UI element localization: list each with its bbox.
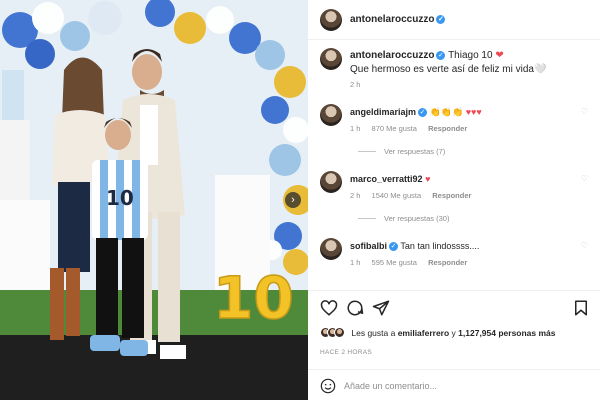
comment-likes[interactable]: 1540 Me gusta [372,191,422,200]
comment-age: 1 h [350,258,361,267]
clap-emojis: 👏👏👏 [429,107,464,117]
author-avatar[interactable] [320,9,342,31]
smiley-icon[interactable] [320,378,336,394]
caption-age: 2 h [350,80,361,89]
comment-username[interactable]: marco_verratti92 [350,174,423,184]
comment-meta: 1 h 595 Me gusta Responder [350,258,476,267]
number-ten-decoration: 10 [213,264,294,332]
post-side-panel: antonelaroccuzzo ✓ antonelaroccuzzo ✓ Thia… [308,0,600,400]
comment-like-icon[interactable]: ♡ [581,107,588,116]
likes-text: Les gusta a emiliaferrero y 1,127,954 pe… [351,327,556,338]
verified-badge-icon: ✓ [436,15,446,24]
caption-avatar[interactable] [320,48,342,70]
post-photo[interactable]: 10 10 › [0,0,308,400]
jersey-number: 10 [106,186,134,210]
verified-badge-icon: ✓ [418,108,428,117]
bookmark-icon[interactable] [572,299,590,317]
caption-username[interactable]: antonelaroccuzzo [350,50,434,61]
comment-avatar[interactable] [320,104,342,126]
speech-bubble-icon[interactable] [346,299,364,317]
comment-likes[interactable]: 870 Me gusta [372,124,417,133]
reply-button[interactable]: Responder [432,191,471,200]
comment-username[interactable]: angeldimariajm [350,107,416,117]
author-username[interactable]: antonelaroccuzzo ✓ [350,14,446,25]
heart-emoji: ❤ [495,50,504,61]
comment-item: angeldimariajm ✓ 👏👏👏 ♥♥♥ [350,107,482,118]
comment-likes[interactable]: 595 Me gusta [372,258,417,267]
comment-item: marco_verratti92 ♥ [350,174,430,184]
divider-line [358,218,376,219]
comment-item: sofibalbi ✓ Tan tan lindossss.... [350,241,479,251]
chevron-right-icon[interactable]: › [285,192,301,208]
post-photo-illustration: 10 10 [0,0,308,400]
view-replies-link[interactable]: Ver respuestas (7) [358,147,445,156]
comment-like-icon[interactable]: ♡ [581,174,588,183]
heart-emoji: ♥ [425,174,431,184]
paper-plane-icon[interactable] [372,299,390,317]
reply-button[interactable]: Responder [428,258,467,267]
heart-emojis: ♥♥♥ [465,107,482,117]
caption-meta: 2 h [350,80,369,89]
comment-avatar[interactable] [320,171,342,193]
post-header: antonelaroccuzzo ✓ [308,0,600,40]
caption: antonelaroccuzzo ✓ Thiago 10 ❤ Que hermos… [350,49,590,77]
liker-avatar [334,327,345,339]
comment-text: Tan tan lindossss.... [400,241,480,251]
verified-badge-icon: ✓ [436,51,446,60]
comment-meta: 2 h 1540 Me gusta Responder [350,191,480,200]
divider-line [358,151,376,152]
comment-like-icon[interactable]: ♡ [581,241,588,250]
comment-age: 2 h [350,191,361,200]
comment-input[interactable] [344,378,584,394]
verified-badge-icon: ✓ [389,242,399,251]
comment-avatar[interactable] [320,238,342,260]
comment-composer [308,369,600,400]
view-replies-link[interactable]: Ver respuestas (30) [358,214,449,223]
comment-meta: 1 h 870 Me gusta Responder [350,124,476,133]
caption-body: Que hermoso es verte así de feliz mi vid… [350,64,547,75]
post-actions: Les gusta a emiliaferrero y 1,127,954 pe… [308,290,600,400]
comment-age: 1 h [350,124,361,133]
reply-button[interactable]: Responder [428,124,467,133]
likes-summary[interactable]: Les gusta a emiliaferrero y 1,127,954 pe… [320,327,556,341]
post-timestamp: HACE 2 HORAS [320,349,373,356]
caption-title: Thiago 10 [448,50,493,61]
heart-outline-icon[interactable] [320,299,338,317]
comment-username[interactable]: sofibalbi [350,241,387,251]
